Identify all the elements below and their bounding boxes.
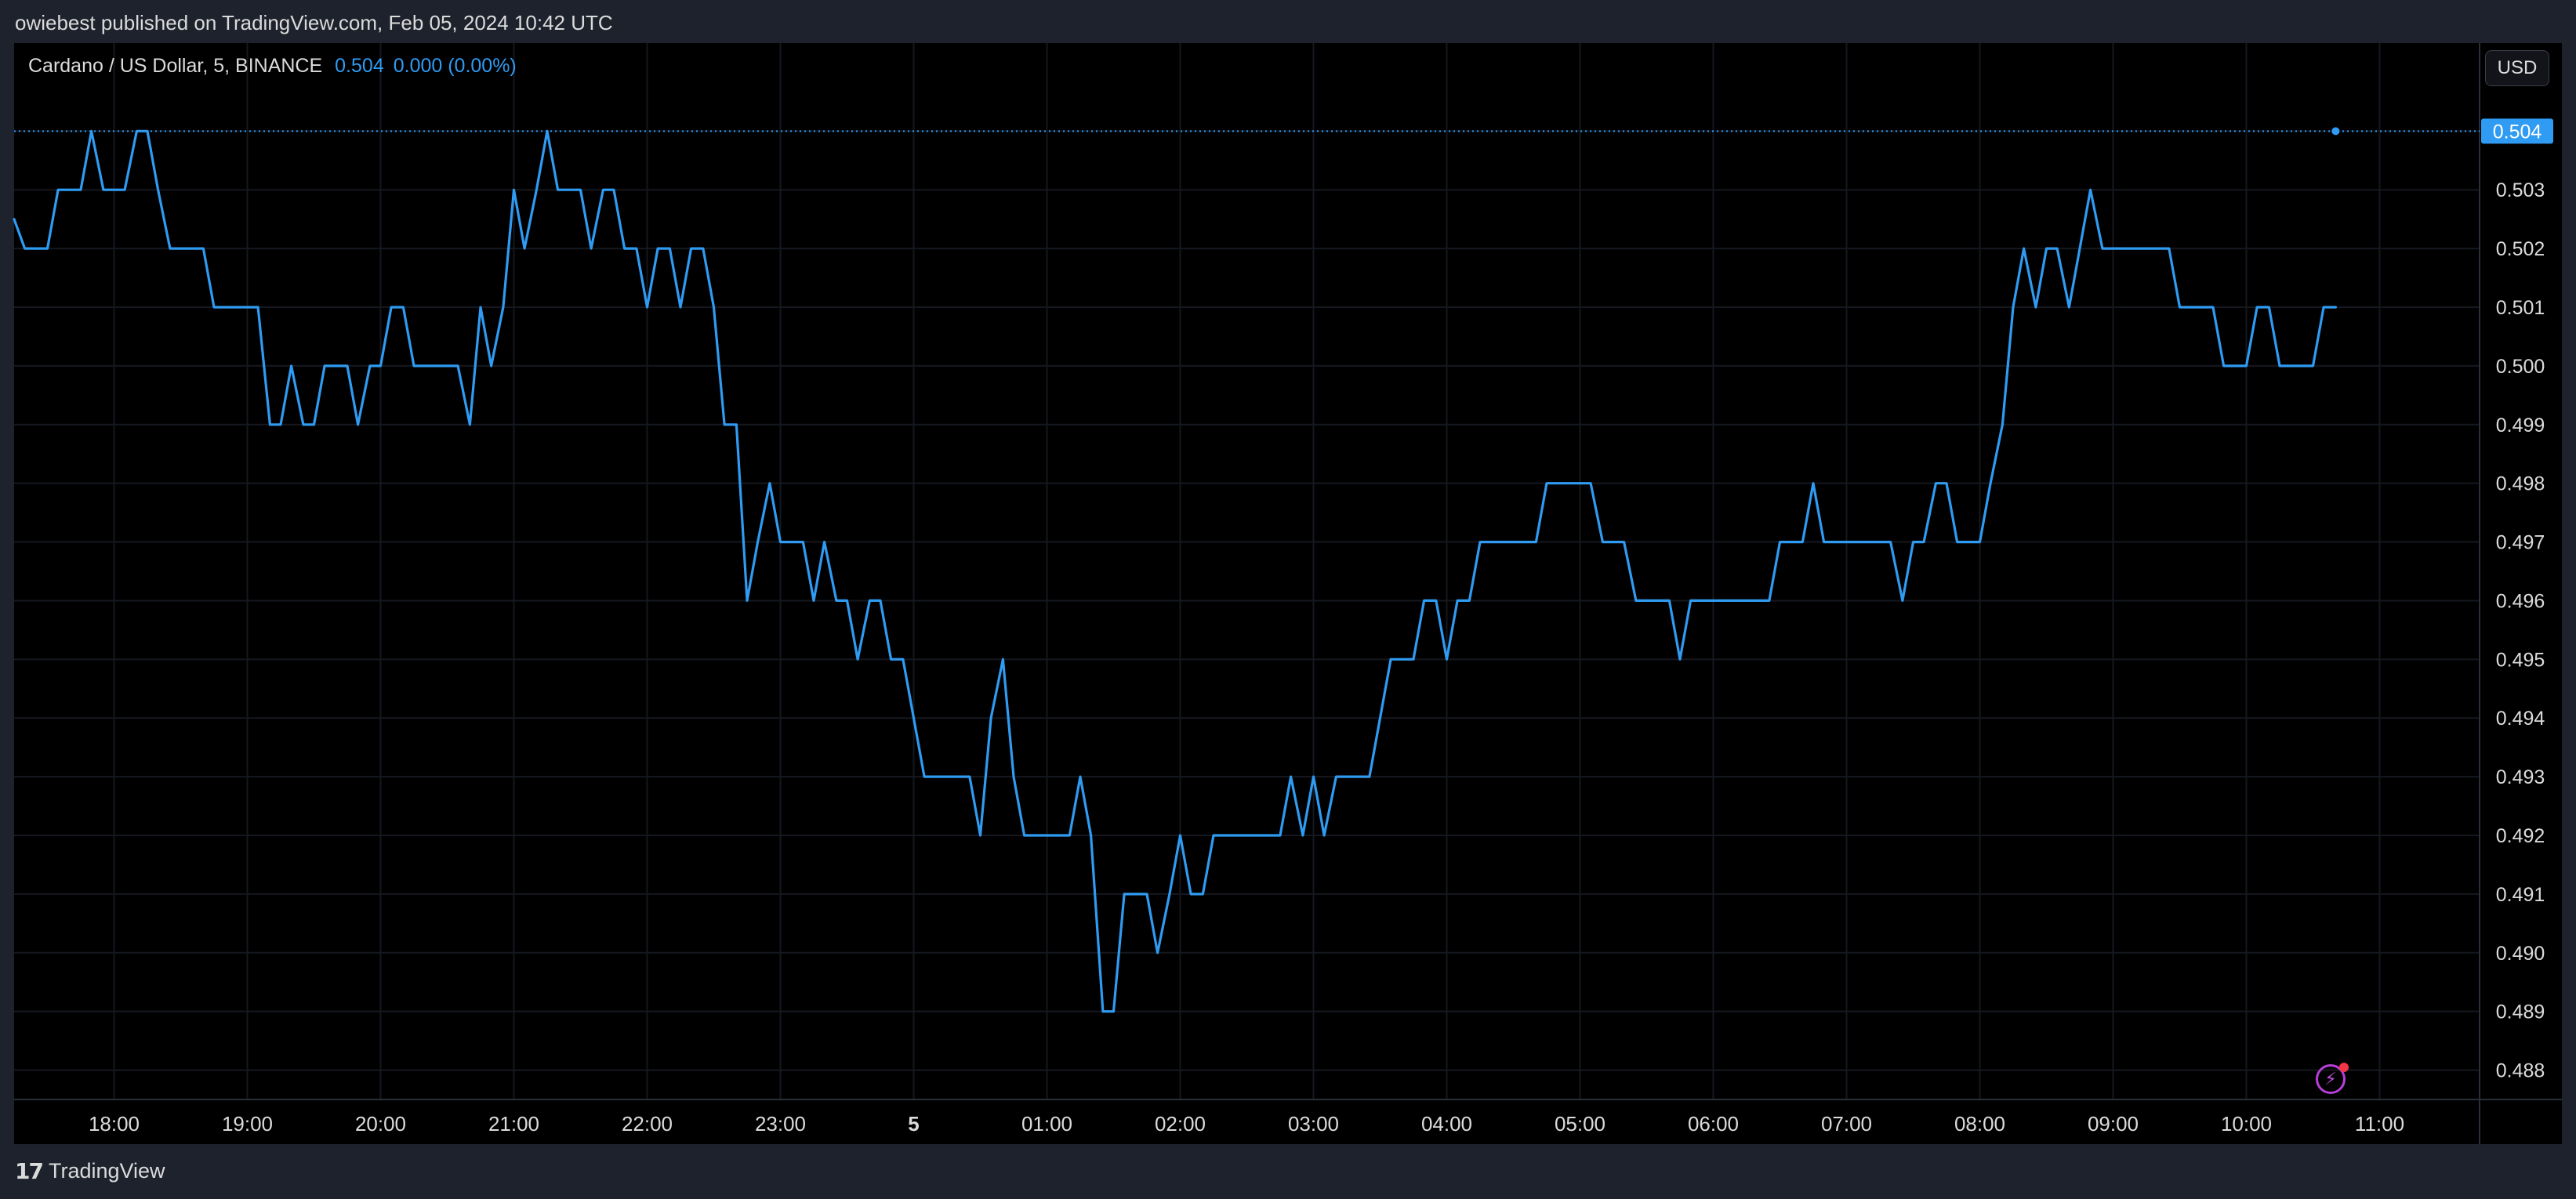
y-tick-label: 0.499 bbox=[2496, 415, 2545, 436]
last-price-label: 0.504 bbox=[2493, 121, 2542, 143]
legend-price: 0.504 bbox=[335, 55, 384, 77]
x-tick-label: 10:00 bbox=[2221, 1112, 2272, 1136]
y-tick-label: 0.492 bbox=[2496, 825, 2545, 847]
x-tick-label: 03:00 bbox=[1288, 1112, 1339, 1136]
price-chart[interactable]: 0.488 0.489 0.490 0.491 0.492 0.493 0.494 0.495… bbox=[0, 0, 2576, 1199]
tradingview-logo-icon: 17 bbox=[15, 1158, 44, 1184]
y-tick-label: 0.489 bbox=[2496, 1002, 2545, 1023]
y-tick-label: 0.501 bbox=[2496, 297, 2545, 319]
x-tick-label: 06:00 bbox=[1688, 1112, 1739, 1136]
y-tick-label: 0.500 bbox=[2496, 356, 2545, 378]
symbol-legend: Cardano / US Dollar, 5, BINANCE 0.504 0.00… bbox=[28, 55, 517, 78]
y-tick-label: 0.497 bbox=[2496, 532, 2545, 554]
x-tick-label: 5 bbox=[908, 1112, 919, 1136]
tick-labels: 0.488 0.489 0.490 0.491 0.492 0.493 0.494 0.495… bbox=[89, 118, 2553, 1136]
symbol-title: Cardano / US Dollar, 5, BINANCE bbox=[28, 55, 323, 77]
x-tick-label: 01:00 bbox=[1021, 1112, 1072, 1136]
x-tick-label: 19:00 bbox=[222, 1112, 273, 1136]
x-tick-label: 23:00 bbox=[755, 1112, 806, 1136]
y-tick-label: 0.494 bbox=[2496, 708, 2545, 730]
legend-change: 0.000 (0.00%) bbox=[393, 55, 517, 77]
y-tick-label: 0.503 bbox=[2496, 179, 2545, 201]
y-tick-label: 0.488 bbox=[2496, 1060, 2545, 1082]
y-tick-label: 0.502 bbox=[2496, 238, 2545, 260]
x-tick-label: 04:00 bbox=[1421, 1112, 1472, 1136]
x-tick-label: 20:00 bbox=[355, 1112, 406, 1136]
price-line bbox=[13, 129, 2337, 1013]
x-tick-label: 02:00 bbox=[1155, 1112, 1206, 1136]
y-tick-label: 0.490 bbox=[2496, 943, 2545, 965]
currency-button[interactable]: USD bbox=[2485, 50, 2549, 86]
x-tick-label: 22:00 bbox=[622, 1112, 673, 1136]
x-tick-label: 07:00 bbox=[1821, 1112, 1872, 1136]
x-tick-label: 18:00 bbox=[89, 1112, 140, 1136]
y-tick-label: 0.493 bbox=[2496, 766, 2545, 788]
footer-brand: TradingView bbox=[48, 1159, 165, 1183]
y-tick-label: 0.495 bbox=[2496, 649, 2545, 671]
tradingview-footer[interactable]: 17 TradingView bbox=[15, 1158, 165, 1184]
y-tick-label: 0.498 bbox=[2496, 473, 2545, 495]
x-tick-label: 21:00 bbox=[488, 1112, 539, 1136]
y-tick-label: 0.491 bbox=[2496, 884, 2545, 906]
x-tick-label: 08:00 bbox=[1954, 1112, 2005, 1136]
grid-lines bbox=[14, 43, 2480, 1099]
x-tick-label: 09:00 bbox=[2088, 1112, 2139, 1136]
x-tick-label: 11:00 bbox=[2355, 1112, 2404, 1136]
x-tick-label: 05:00 bbox=[1555, 1112, 1605, 1136]
axes bbox=[14, 43, 2562, 1144]
last-price-dot bbox=[2331, 127, 2340, 136]
series-layer bbox=[13, 127, 2480, 1013]
y-tick-label: 0.496 bbox=[2496, 590, 2545, 612]
notification-dot bbox=[2339, 1063, 2349, 1072]
